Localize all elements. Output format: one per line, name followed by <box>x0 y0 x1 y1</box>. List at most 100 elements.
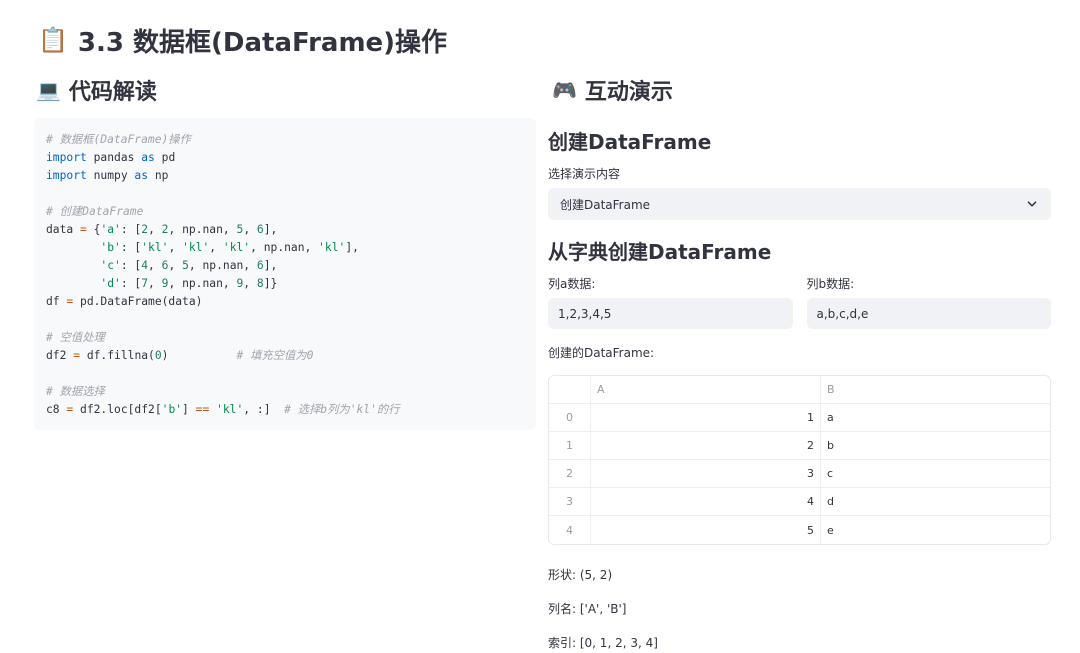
code-line: # 空值处理 <box>46 329 524 347</box>
code-token: # 选择b列为'kl'的行 <box>284 403 400 416</box>
row-index: 0 <box>549 404 591 431</box>
table-cell[interactable]: 4 <box>591 488 821 515</box>
code-token: import <box>46 151 87 164</box>
code-line: # 数据选择 <box>46 383 524 401</box>
code-token: pd <box>154 151 176 164</box>
code-token: ], <box>345 241 359 254</box>
table-cell[interactable]: d <box>821 488 1050 515</box>
row-index: 2 <box>549 460 591 487</box>
table-row: 2 3 c <box>549 460 1050 488</box>
code-token: # 数据框(DataFrame)操作 <box>46 133 191 146</box>
code-token: data <box>46 223 81 236</box>
table-cell[interactable]: e <box>821 516 1050 544</box>
column-a-header[interactable]: A <box>591 376 821 403</box>
table-cell[interactable]: b <box>821 432 1050 459</box>
row-index: 4 <box>549 516 591 544</box>
table-row: 0 1 a <box>549 404 1050 432</box>
index-text: 索引: [0, 1, 2, 3, 4] <box>548 635 658 650</box>
code-line: data = {'a': [2, 2, np.nan, 5, 6], <box>46 221 524 239</box>
code-block[interactable]: # 数据框(DataFrame)操作 import pandas as pd imp… <box>34 118 536 430</box>
code-token: 6 <box>256 259 264 272</box>
code-token: as <box>141 151 155 164</box>
code-token: c8 <box>46 403 67 416</box>
code-token: 'kl' <box>222 241 251 254</box>
demo-content-select[interactable]: 创建DataFrame <box>548 188 1051 220</box>
select-label: 选择演示内容 <box>548 166 621 181</box>
game-controller-icon: 🎮 <box>552 78 577 102</box>
code-token: 'a' <box>100 223 121 236</box>
code-token: , <box>168 259 183 272</box>
row-index: 1 <box>549 432 591 459</box>
code-token: , <box>209 241 223 254</box>
code-token: , <box>148 259 162 272</box>
code-token: : [ <box>120 241 142 254</box>
code-token: ] <box>182 403 196 416</box>
code-line: 'b': ['kl', 'kl', 'kl', np.nan, 'kl'], <box>46 239 524 257</box>
column-b-input[interactable]: a,b,c,d,e <box>806 298 1051 329</box>
code-token: df <box>46 295 67 308</box>
demo-column: 🎮 互动演示 创建DataFrame 选择演示内容 创建DataFrame 从字… <box>548 70 1051 651</box>
code-token: 'd' <box>100 277 121 290</box>
code-token: df.fillna( <box>80 349 155 362</box>
code-token: ], <box>263 223 278 236</box>
code-token: ], <box>263 259 278 272</box>
inputs-row: 列a数据: 1,2,3,4,5 列b数据: a,b,c,d,e <box>548 274 1051 329</box>
code-token: , :] <box>243 403 285 416</box>
chevron-down-icon <box>1027 201 1037 207</box>
code-token: ) <box>161 349 237 362</box>
code-token: , np.nan, <box>168 277 237 290</box>
code-token: as <box>134 169 149 182</box>
code-token: 'kl' <box>182 241 210 254</box>
shape-text: 形状: (5, 2) <box>548 567 613 582</box>
code-token: , np.nan, <box>188 259 257 272</box>
table-cell[interactable]: 5 <box>591 516 821 544</box>
code-line: df2 = df.fillna(0) # 填充空值为0 <box>46 347 524 365</box>
code-token: import <box>46 169 87 182</box>
table-cell[interactable]: a <box>821 404 1050 431</box>
code-line: c8 = df2.loc[df2['b'] == 'kl', :] # 选择b列… <box>46 401 524 419</box>
table-cell[interactable]: 3 <box>591 460 821 487</box>
code-token: # 填充空值为0 <box>236 349 314 362</box>
code-line: df = pd.DataFrame(data) <box>46 293 524 311</box>
dict-dataframe-subheader: 从字典创建DataFrame <box>548 239 772 264</box>
code-token: = <box>80 223 87 236</box>
code-token: numpy <box>86 169 135 182</box>
table-cell[interactable]: c <box>821 460 1050 487</box>
code-line: 'd': [7, 9, np.nan, 9, 8]} <box>46 275 524 293</box>
code-token: , <box>243 223 257 236</box>
code-token: 'c' <box>100 259 121 272</box>
code-token: 8 <box>256 277 264 290</box>
column-a-input[interactable]: 1,2,3,4,5 <box>548 298 793 329</box>
laptop-icon: 💻 <box>36 78 61 102</box>
column-b-header[interactable]: B <box>821 376 1050 403</box>
code-token: 'kl' <box>318 241 346 254</box>
table-cell[interactable]: 1 <box>591 404 821 431</box>
code-token: np <box>148 169 169 182</box>
code-token: , <box>243 277 257 290</box>
code-token: 5 <box>182 259 189 272</box>
code-section-title-text: 代码解读 <box>68 80 157 105</box>
code-token: df2.loc[df2[ <box>73 403 162 416</box>
code-token: , np.nan, <box>168 223 237 236</box>
table-row: 3 4 d <box>549 488 1050 516</box>
code-token: : [ <box>120 277 142 290</box>
page-title-text: 3.3 数据框(DataFrame)操作 <box>77 27 448 58</box>
demo-section-title-text: 互动演示 <box>584 80 673 105</box>
row-index: 3 <box>549 488 591 515</box>
table-cell[interactable]: 2 <box>591 432 821 459</box>
code-token: , np.nan, <box>250 241 319 254</box>
code-token: ]} <box>263 277 278 290</box>
create-dataframe-subheader: 创建DataFrame <box>548 129 712 154</box>
clipboard-icon: 📋 <box>38 26 68 54</box>
column-a-input-group: 列a数据: 1,2,3,4,5 <box>548 274 793 329</box>
code-token: 6 <box>256 223 264 236</box>
table-row: 1 2 b <box>549 432 1050 460</box>
code-token: 'b' <box>100 241 121 254</box>
dataframe-table[interactable]: A B 0 1 a 1 2 b 2 3 c 3 4 d 4 5 e <box>548 375 1051 545</box>
index-column-header <box>549 376 591 403</box>
